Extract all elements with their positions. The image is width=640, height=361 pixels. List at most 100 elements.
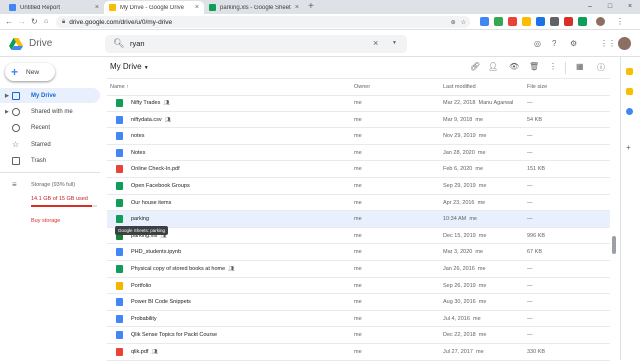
file-owner: me <box>354 199 362 206</box>
doc-file-icon <box>116 331 123 340</box>
browser-tab-strip: Untitled Report × My Drive - Google Driv… <box>0 0 640 14</box>
offline-status-icon[interactable]: ◎ <box>534 39 541 49</box>
account-avatar[interactable] <box>618 37 631 50</box>
profile-avatar-icon[interactable] <box>596 17 605 26</box>
close-tab-icon[interactable]: × <box>195 4 199 11</box>
my-drive-icon <box>12 91 20 100</box>
file-row[interactable]: Notes me Jan 28, 2020 me — <box>107 145 610 162</box>
preview-eye-icon[interactable]: 👁︎ <box>509 62 519 71</box>
file-row[interactable]: notes me Nov 29, 2019 me — <box>107 128 610 145</box>
file-row[interactable]: Nifty Trades 👥︎ me Mar 22, 2018 Manu Agarwa… <box>107 95 610 112</box>
file-row[interactable]: Qlik Sense Topics for Packt Course me Dec … <box>107 327 610 344</box>
home-icon[interactable]: ⌂ <box>44 16 48 28</box>
file-modified: Jul 27, 2017 me <box>443 349 484 355</box>
buy-storage-link[interactable]: Buy storage <box>31 218 60 224</box>
sidebar-item-starred[interactable]: ☆ Starred <box>0 137 100 152</box>
extension-icon[interactable] <box>480 17 489 26</box>
details-info-icon[interactable]: ⓘ <box>597 62 605 73</box>
search-box[interactable]: 🔍︎ ryan × ▼ <box>105 35 407 53</box>
apps-grid-icon[interactable]: ⋮⋮ <box>600 39 616 49</box>
file-row[interactable]: Our house items me Apr 23, 2016 me — <box>107 195 610 212</box>
close-tab-icon[interactable]: × <box>95 4 99 11</box>
close-tab-icon[interactable]: × <box>295 4 299 11</box>
modified-date: Apr 23, 2016 <box>443 199 475 206</box>
file-row[interactable]: Probability me Jul 4, 2016 me — <box>107 311 610 328</box>
modified-date: Jul 4, 2016 <box>443 315 470 322</box>
breadcrumb-my-drive[interactable]: My Drive ▼ <box>110 62 149 71</box>
extension-icon[interactable] <box>508 17 517 26</box>
column-name[interactable]: Name ↑ <box>110 84 129 90</box>
minimize-button[interactable]: – <box>580 0 600 14</box>
sidebar-item-trash[interactable]: Trash <box>0 153 100 168</box>
file-row[interactable]: Online Check-In.pdf me Feb 6, 2020 me 151 K… <box>107 161 610 178</box>
file-size: — <box>527 282 533 289</box>
bookmark-star-icon[interactable]: ☆ <box>461 19 466 26</box>
file-name-text: Probability <box>131 315 157 322</box>
file-row[interactable]: Open Facebook Groups me Sep 29, 2019 me — <box>107 178 610 195</box>
add-addon-icon[interactable]: + <box>626 143 631 152</box>
sidebar-item-shared[interactable]: ▶ Shared with me <box>0 104 100 119</box>
search-icon[interactable]: 🔍︎ <box>113 38 124 49</box>
search-options-icon[interactable]: ▼ <box>392 40 397 46</box>
shared-people-icon: 👥︎ <box>164 116 171 123</box>
column-file-size[interactable]: File size <box>527 84 547 90</box>
tab-my-drive[interactable]: My Drive - Google Drive × <box>104 1 204 14</box>
search-input[interactable]: ryan <box>130 39 145 48</box>
extension-icon[interactable] <box>564 17 573 26</box>
calendar-addon-icon[interactable] <box>626 68 633 75</box>
forward-icon[interactable]: → <box>18 16 26 28</box>
file-row[interactable]: Power BI Code Snippets me Aug 30, 2016 me — <box>107 294 610 311</box>
file-name-text: niftydata.csv <box>131 116 162 123</box>
sidebar-item-my-drive[interactable]: ▶ My Drive <box>0 88 100 103</box>
file-row[interactable]: Physical copy of stored books at home 👥︎ m… <box>107 261 610 278</box>
delete-icon[interactable]: 🗑︎ <box>529 62 539 71</box>
file-row[interactable]: qlik.pdf 👥︎ me Jul 27, 2017 me 330 KB <box>107 344 610 361</box>
file-modified: Sep 26, 2019 me <box>443 283 486 289</box>
file-name-text: Online Check-In.pdf <box>131 166 180 173</box>
close-window-button[interactable]: × <box>620 0 640 14</box>
new-button[interactable]: + New <box>5 63 55 81</box>
file-row[interactable]: parking.xls 👥︎ me Dec 15, 2019 me 996 KB <box>107 228 610 245</box>
file-row[interactable]: Portfolio me Sep 26, 2019 me — <box>107 278 610 295</box>
address-bar[interactable]: 🔒︎ drive.google.com/drive/u/0/my-drive ⊕… <box>56 16 470 28</box>
back-icon[interactable]: ← <box>5 16 13 28</box>
scrollbar-thumb[interactable] <box>612 236 616 254</box>
file-row[interactable]: niftydata.csv 👥︎ me Mar 9, 2018 me 54 KB <box>107 112 610 129</box>
side-panel <box>620 57 640 360</box>
clear-search-icon[interactable]: × <box>373 38 378 48</box>
zoom-icon[interactable]: ⊕ <box>451 19 456 26</box>
tasks-addon-icon[interactable] <box>626 108 633 115</box>
file-name-text: Open Facebook Groups <box>131 183 190 189</box>
reload-icon[interactable]: ↻ <box>31 16 38 28</box>
grid-view-icon[interactable]: ▦ <box>576 62 584 71</box>
expand-caret-icon[interactable]: ▶ <box>5 93 9 99</box>
tab-untitled-report[interactable]: Untitled Report × <box>4 1 104 14</box>
extension-icon[interactable] <box>494 17 503 26</box>
extension-icon[interactable] <box>578 17 587 26</box>
more-actions-icon[interactable]: ⋮ <box>549 62 557 71</box>
keep-addon-icon[interactable] <box>626 88 633 95</box>
add-person-icon[interactable]: 👤︎ <box>488 62 498 71</box>
menu-dots-icon[interactable]: ⋮ <box>616 16 624 28</box>
tab-parking-sheets[interactable]: parking.xls - Google Sheets × <box>204 1 304 14</box>
modified-by: me <box>478 332 487 339</box>
extension-icon[interactable] <box>522 17 531 26</box>
sidebar-item-recent[interactable]: Recent <box>0 120 100 135</box>
maximize-button[interactable]: □ <box>600 0 620 14</box>
file-row[interactable]: PHD_students.ipynb me Mar 3, 2020 me 67 KB <box>107 244 610 261</box>
column-owner[interactable]: Owner <box>354 84 370 90</box>
drive-logo-icon[interactable] <box>9 38 23 50</box>
file-name-text: PHD_students.ipynb <box>131 249 182 256</box>
link-icon[interactable]: 🔗︎ <box>470 62 480 71</box>
sort-arrow-icon[interactable]: ↑ <box>126 84 129 90</box>
settings-gear-icon[interactable]: ⚙ <box>570 39 577 49</box>
expand-caret-icon[interactable]: ▶ <box>5 109 9 115</box>
extension-icon[interactable] <box>550 17 559 26</box>
sheet-file-icon <box>116 265 123 273</box>
new-button-label: New <box>26 68 40 76</box>
extension-icon[interactable] <box>536 17 545 26</box>
column-last-modified[interactable]: Last modified <box>443 84 476 90</box>
file-row[interactable]: parking me 10:34 AM me — <box>107 211 610 228</box>
new-tab-button[interactable]: + <box>308 1 314 13</box>
help-icon[interactable]: ? <box>552 39 556 49</box>
